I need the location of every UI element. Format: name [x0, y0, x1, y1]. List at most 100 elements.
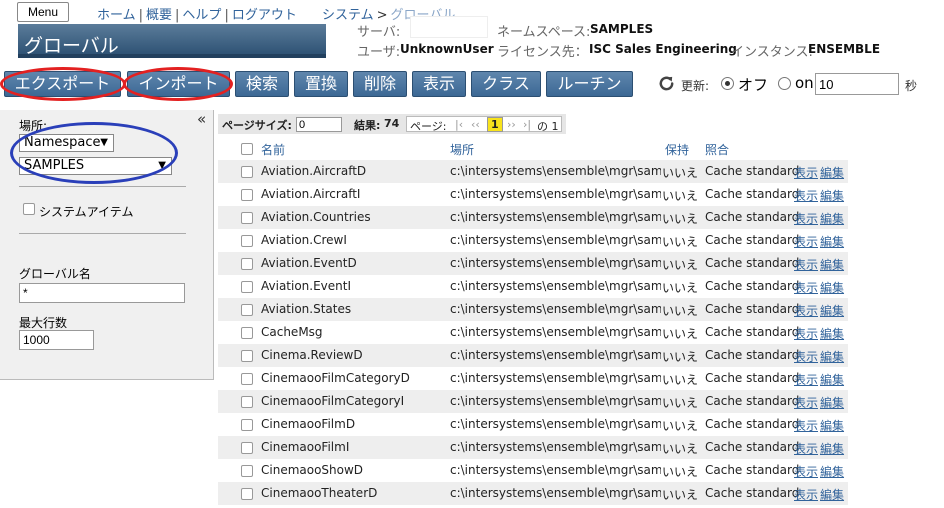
row-edit-link[interactable]: 編集: [820, 463, 844, 480]
row-name: CinemaooFilmCategoryI: [261, 394, 405, 408]
import-button[interactable]: インポート: [127, 71, 230, 97]
row-checkbox[interactable]: [241, 281, 253, 293]
row-location: c:\intersystems\ensemble\mgr\samples\: [450, 325, 661, 339]
row-checkbox[interactable]: [241, 166, 253, 178]
row-keep: いいえ: [662, 373, 699, 387]
row-checkbox[interactable]: [241, 212, 253, 224]
row-view-link[interactable]: 表示: [794, 279, 818, 296]
row-location: c:\intersystems\ensemble\mgr\samples\: [450, 486, 661, 500]
row-collation: Cache standard: [705, 440, 800, 454]
row-location: c:\intersystems\ensemble\mgr\samples\: [450, 256, 661, 270]
row-view-link[interactable]: 表示: [794, 463, 818, 480]
table-row: Aviation.CrewI c:\intersystems\ensemble\m…: [218, 229, 848, 252]
row-edit-link[interactable]: 編集: [820, 164, 844, 181]
col-location-header[interactable]: 場所: [450, 141, 661, 158]
replace-button[interactable]: 置換: [294, 71, 348, 97]
view-button[interactable]: 表示: [412, 71, 466, 97]
prev-page-icon[interactable]: ‹‹: [471, 118, 480, 131]
row-edit-link[interactable]: 編集: [820, 440, 844, 457]
row-edit-link[interactable]: 編集: [820, 348, 844, 365]
row-edit-link[interactable]: 編集: [820, 394, 844, 411]
row-view-link[interactable]: 表示: [794, 187, 818, 204]
refresh-off-radio[interactable]: [721, 77, 734, 90]
row-keep: いいえ: [662, 281, 699, 295]
current-page[interactable]: 1: [487, 117, 503, 132]
system-items-checkbox[interactable]: [23, 203, 35, 215]
row-edit-link[interactable]: 編集: [820, 279, 844, 296]
refresh-on-radio[interactable]: [778, 77, 791, 90]
row-view-link[interactable]: 表示: [794, 394, 818, 411]
routine-button[interactable]: ルーチン: [546, 71, 633, 97]
row-checkbox[interactable]: [241, 419, 253, 431]
row-checkbox[interactable]: [241, 442, 253, 454]
results-count: 74: [384, 117, 400, 130]
row-checkbox[interactable]: [241, 258, 253, 270]
class-button[interactable]: クラス: [471, 71, 541, 97]
row-checkbox[interactable]: [241, 304, 253, 316]
row-edit-link[interactable]: 編集: [820, 486, 844, 503]
last-page-icon[interactable]: ›|: [523, 118, 531, 131]
row-view-link[interactable]: 表示: [794, 302, 818, 319]
export-button[interactable]: エクスポート: [4, 71, 121, 97]
row-view-link[interactable]: 表示: [794, 440, 818, 457]
row-checkbox[interactable]: [241, 373, 253, 385]
refresh-off-label: オフ: [738, 76, 769, 94]
row-keep: いいえ: [662, 304, 699, 318]
row-view-link[interactable]: 表示: [794, 164, 818, 181]
menu-button[interactable]: Menu: [17, 2, 69, 22]
row-edit-link[interactable]: 編集: [820, 256, 844, 273]
row-view-link[interactable]: 表示: [794, 210, 818, 227]
row-view-link[interactable]: 表示: [794, 371, 818, 388]
row-view-link[interactable]: 表示: [794, 486, 818, 503]
next-page-icon[interactable]: ››: [507, 118, 516, 131]
namespace-value: SAMPLES: [590, 22, 654, 36]
nav-logout-link[interactable]: ログアウト: [232, 8, 297, 23]
row-view-link[interactable]: 表示: [794, 417, 818, 434]
nav-about-link[interactable]: 概要: [146, 8, 172, 23]
col-keep-header[interactable]: 保持: [665, 141, 689, 158]
row-checkbox[interactable]: [241, 465, 253, 477]
search-button[interactable]: 検索: [235, 71, 289, 97]
refresh-icon[interactable]: [657, 74, 676, 93]
row-checkbox[interactable]: [241, 350, 253, 362]
select-all-checkbox[interactable]: [241, 143, 253, 155]
row-edit-link[interactable]: 編集: [820, 210, 844, 227]
row-view-link[interactable]: 表示: [794, 348, 818, 365]
row-checkbox[interactable]: [241, 235, 253, 247]
refresh-interval-input[interactable]: [815, 73, 899, 95]
table-row: Aviation.AircraftI c:\intersystems\ensemb…: [218, 183, 848, 206]
row-view-link[interactable]: 表示: [794, 256, 818, 273]
row-collation: Cache standard: [705, 463, 800, 477]
row-checkbox[interactable]: [241, 396, 253, 408]
col-name-header[interactable]: 名前: [261, 141, 285, 158]
page-size-input[interactable]: [296, 117, 342, 132]
row-collation: Cache standard: [705, 233, 800, 247]
row-checkbox[interactable]: [241, 189, 253, 201]
col-collation-header[interactable]: 照合: [705, 141, 729, 158]
max-rows-input[interactable]: [19, 330, 94, 350]
row-checkbox[interactable]: [241, 327, 253, 339]
row-edit-link[interactable]: 編集: [820, 325, 844, 342]
row-edit-link[interactable]: 編集: [820, 233, 844, 250]
row-view-link[interactable]: 表示: [794, 233, 818, 250]
instance-value: ENSEMBLE: [808, 42, 881, 56]
row-view-link[interactable]: 表示: [794, 325, 818, 342]
max-rows-label: 最大行数: [19, 316, 68, 330]
delete-button[interactable]: 削除: [353, 71, 407, 97]
row-checkbox[interactable]: [241, 488, 253, 500]
nav-help-link[interactable]: ヘルプ: [182, 8, 221, 23]
row-keep: いいえ: [662, 166, 699, 180]
nav-home-link[interactable]: ホーム: [97, 8, 136, 23]
collapse-panel-icon[interactable]: «: [197, 110, 206, 128]
row-edit-link[interactable]: 編集: [820, 417, 844, 434]
row-edit-link[interactable]: 編集: [820, 302, 844, 319]
row-collation: Cache standard: [705, 394, 800, 408]
row-edit-link[interactable]: 編集: [820, 371, 844, 388]
row-edit-link[interactable]: 編集: [820, 187, 844, 204]
global-name-input[interactable]: [19, 283, 185, 303]
first-page-icon[interactable]: |‹: [455, 118, 463, 131]
user-label: ユーザ:: [357, 45, 401, 60]
table-row: CinemaooFilmCategoryI c:\intersystems\ens…: [218, 390, 848, 413]
table-header: 名前 場所 保持 照合: [218, 137, 848, 160]
results-bar: ページサイズ: 結果: 74 ページ: |‹ ‹‹ 1 ›› ›| の 1: [218, 114, 566, 134]
